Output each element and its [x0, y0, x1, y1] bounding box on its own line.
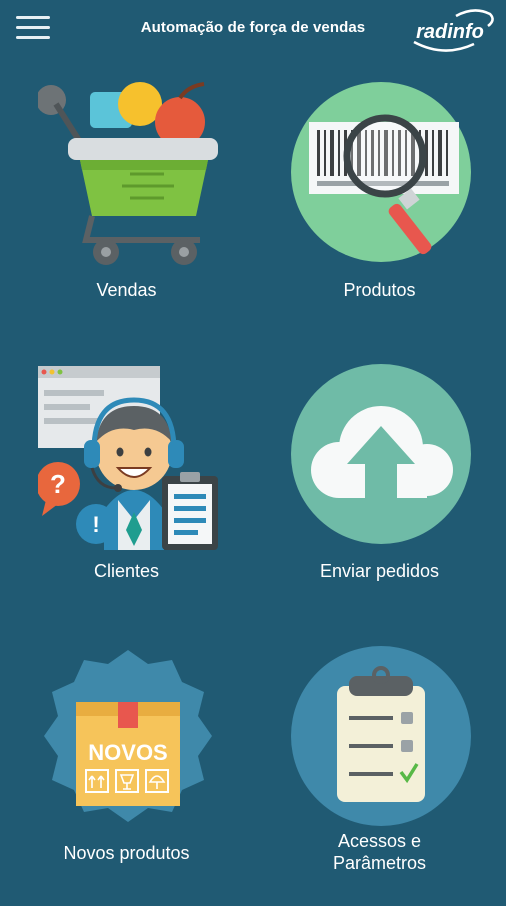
tile-label: Clientes: [93, 561, 160, 581]
tile-label: Produtos: [343, 280, 416, 300]
menu-tile-acessos-parametros[interactable]: Acessos e Parâmetros: [253, 624, 506, 906]
menu-tile-novos-produtos[interactable]: NOVOS Novos produtos: [0, 624, 253, 906]
menu-tile-vendas[interactable]: Vendas: [0, 60, 253, 342]
svg-text:!: !: [92, 512, 99, 537]
menu-tile-clientes[interactable]: ? ! Clientes: [0, 342, 253, 624]
svg-text:radinfo: radinfo: [416, 21, 484, 43]
tile-label-line2: Parâmetros: [332, 853, 427, 873]
barcode-search-icon: [291, 82, 471, 262]
cloud-upload-icon: [291, 364, 471, 544]
tile-label: Vendas: [96, 280, 157, 300]
shopping-cart-icon: [38, 82, 218, 265]
tile-label: Enviar pedidos: [319, 561, 440, 581]
app-header: Automação de força de vendas radinfo: [0, 0, 506, 60]
clipboard-checklist-icon: [291, 646, 471, 826]
svg-text:NOVOS: NOVOS: [88, 740, 167, 765]
radinfo-logo: radinfo: [413, 9, 494, 52]
tile-label-line1: Acessos e: [337, 831, 422, 851]
new-products-box-icon: NOVOS: [44, 650, 212, 822]
customer-support-icon: ? !: [38, 366, 218, 550]
menu-tile-produtos[interactable]: Produtos: [253, 60, 506, 342]
tile-label: Novos produtos: [63, 843, 190, 863]
tile-label: Acessos e Parâmetros: [253, 830, 506, 874]
svg-text:?: ?: [50, 469, 66, 499]
menu-tile-enviar-pedidos[interactable]: Enviar pedidos: [253, 342, 506, 624]
